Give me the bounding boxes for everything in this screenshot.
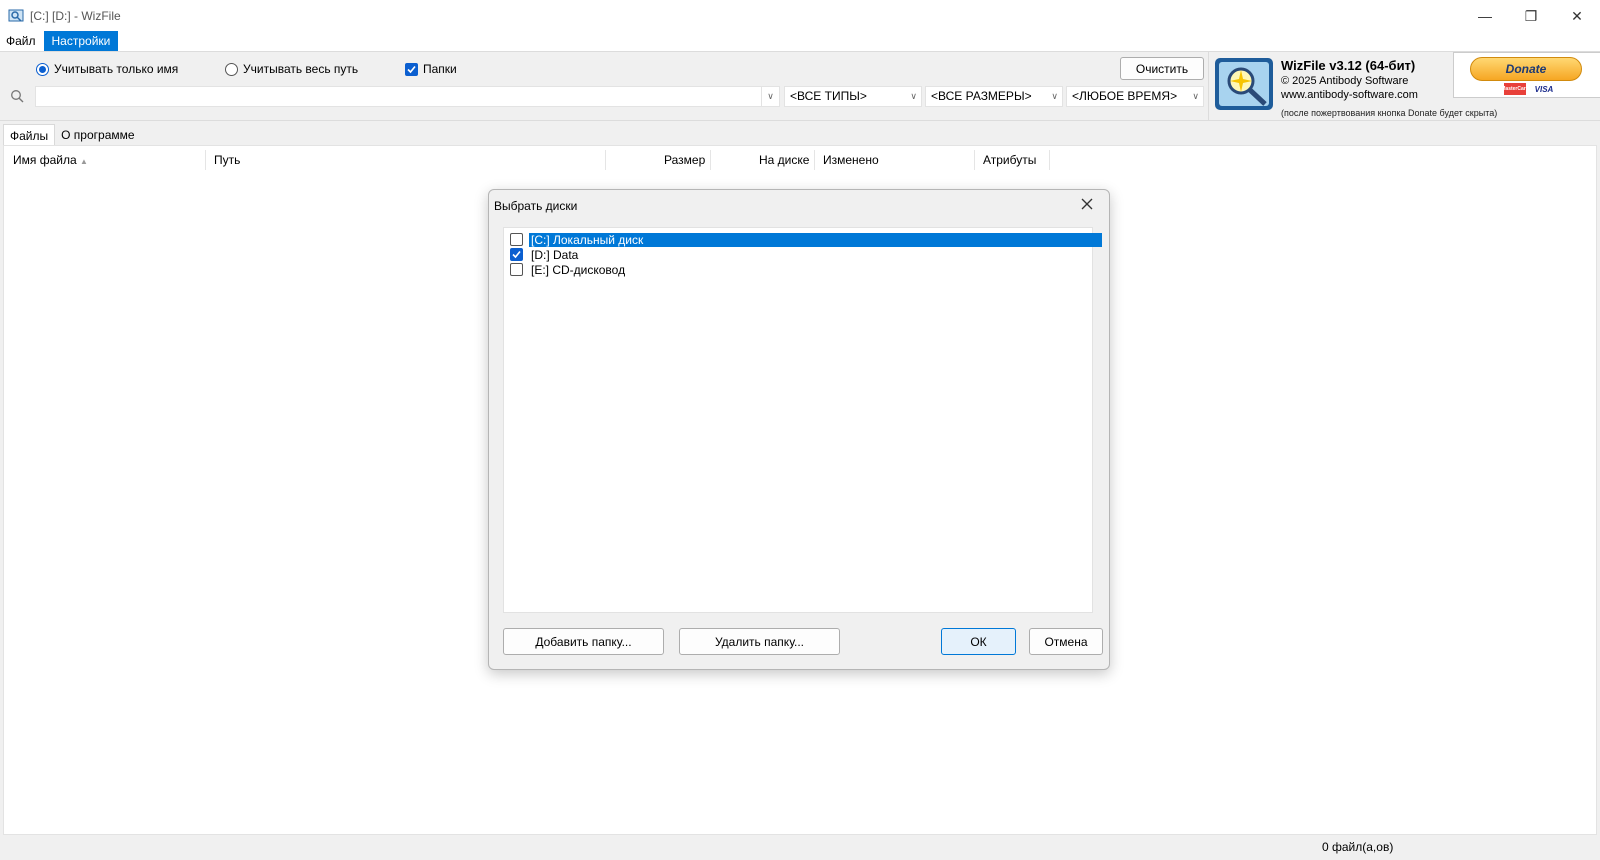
chevron-down-icon: ∨ — [1192, 91, 1199, 101]
drive-item-d[interactable]: [D:] Data — [510, 247, 580, 262]
time-filter-value: <ЛЮБОЕ ВРЕМЯ> — [1072, 89, 1178, 103]
select-drives-dialog: Выбрать диски [C:] Локальный диск [D:] D… — [488, 189, 1110, 670]
status-bar: 0 файл(а,ов) — [0, 835, 1600, 860]
column-size[interactable]: Размер — [664, 146, 705, 174]
drive-checkbox[interactable] — [510, 233, 523, 246]
column-on-disk[interactable]: На диске — [759, 146, 809, 174]
search-input[interactable]: ∨ — [35, 86, 780, 107]
folders-check-icon[interactable] — [405, 62, 418, 76]
copyright: © 2025 Antibody Software — [1281, 75, 1409, 87]
column-path[interactable]: Путь — [214, 146, 240, 174]
column-attributes[interactable]: Атрибуты — [983, 146, 1036, 174]
chevron-down-icon: ∨ — [767, 91, 774, 101]
product-name: WizFile v3.12 (64-бит) — [1281, 58, 1416, 73]
visa-icon: VISA — [1534, 84, 1554, 94]
drive-checkbox[interactable] — [510, 248, 523, 261]
title-bar: [C:] [D:] - WizFile — ❐ ✕ — [0, 0, 1600, 32]
time-filter-select[interactable]: <ЛЮБОЕ ВРЕМЯ> ∨ — [1066, 86, 1204, 107]
drive-label: [C:] Локальный диск — [529, 232, 1102, 247]
column-divider[interactable] — [814, 150, 815, 170]
chevron-down-icon: ∨ — [1051, 91, 1058, 101]
radio-button-on[interactable] — [36, 62, 49, 76]
drive-list[interactable]: [C:] Локальный диск [D:] Data [E:] CD-ди… — [503, 227, 1102, 613]
sort-ascending-icon: ▲ — [79, 157, 88, 166]
drive-checkbox[interactable] — [510, 263, 523, 276]
restore-button[interactable]: ❐ — [1508, 0, 1554, 32]
drive-item-c[interactable]: [C:] Локальный диск — [510, 232, 1102, 247]
donate-button[interactable]: Donate — [1470, 57, 1582, 81]
column-divider[interactable] — [710, 150, 711, 170]
donate-note: (после пожертвования кнопка Donate будет… — [1281, 108, 1498, 118]
column-divider[interactable] — [1049, 150, 1050, 170]
tab-files[interactable]: Файлы — [3, 124, 56, 146]
dialog-title: Выбрать диски — [494, 199, 578, 213]
radio-full-path-label: Учитывать весь путь — [243, 62, 359, 76]
radio-button-off[interactable] — [225, 62, 238, 76]
close-window-button[interactable]: ✕ — [1554, 0, 1600, 32]
search-history-dropdown[interactable]: ∨ — [761, 87, 779, 106]
size-filter-value: <ВСЕ РАЗМЕРЫ> — [931, 89, 1032, 103]
menu-settings[interactable]: Настройки — [43, 30, 119, 51]
payment-cards: MasterCard VISA — [1501, 83, 1558, 95]
search-toolbar: Учитывать только имя Учитывать весь путь… — [0, 51, 1208, 121]
add-folder-button[interactable]: Добавить папку... — [503, 628, 664, 655]
ok-button[interactable]: ОК — [941, 628, 1016, 655]
column-name-label: Имя файла — [13, 153, 77, 167]
remove-folder-button[interactable]: Удалить папку... — [679, 628, 840, 655]
column-name[interactable]: Имя файла ▲ — [13, 146, 88, 174]
type-filter-value: <ВСЕ ТИПЫ> — [790, 89, 867, 103]
minimize-button[interactable]: — — [1462, 0, 1508, 32]
search-icon — [11, 90, 24, 103]
radio-name-only[interactable]: Учитывать только имя — [36, 62, 178, 76]
folders-label: Папки — [423, 62, 457, 76]
type-filter-select[interactable]: <ВСЕ ТИПЫ> ∨ — [784, 86, 922, 107]
drive-item-e[interactable]: [E:] CD-дисковод — [510, 262, 627, 277]
about-panel: WizFile v3.12 (64-бит) © 2025 Antibody S… — [1208, 51, 1600, 121]
column-modified[interactable]: Изменено — [823, 146, 879, 174]
website-link[interactable]: www.antibody-software.com — [1281, 89, 1418, 101]
radio-name-only-label: Учитывать только имя — [54, 62, 179, 76]
mastercard-icon: MasterCard — [1501, 83, 1529, 95]
file-count: 0 файл(а,ов) — [1322, 840, 1394, 854]
tab-about[interactable]: О программе — [55, 124, 140, 146]
chevron-down-icon: ∨ — [910, 91, 917, 101]
main-tabs: Файлы О программе — [0, 122, 1600, 146]
column-divider[interactable] — [605, 150, 606, 170]
close-icon[interactable] — [1079, 196, 1095, 212]
menu-bar: Файл Настройки — [0, 30, 1600, 51]
column-divider[interactable] — [205, 150, 206, 170]
drive-label: [E:] CD-дисковод — [531, 262, 626, 277]
radio-full-path[interactable]: Учитывать весь путь — [225, 62, 358, 76]
wizfile-logo-icon — [1215, 58, 1273, 110]
clear-button[interactable]: Очистить — [1120, 57, 1204, 80]
menu-file[interactable]: Файл — [0, 31, 42, 51]
window-title: [C:] [D:] - WizFile — [30, 9, 121, 23]
cancel-button[interactable]: Отмена — [1029, 628, 1103, 655]
size-filter-select[interactable]: <ВСЕ РАЗМЕРЫ> ∨ — [925, 86, 1063, 107]
column-divider[interactable] — [974, 150, 975, 170]
drive-label: [D:] Data — [531, 247, 579, 262]
folders-checkbox[interactable]: Папки — [405, 62, 457, 76]
wizfile-app-icon — [8, 9, 24, 22]
donate-panel: Donate MasterCard VISA — [1453, 52, 1600, 98]
